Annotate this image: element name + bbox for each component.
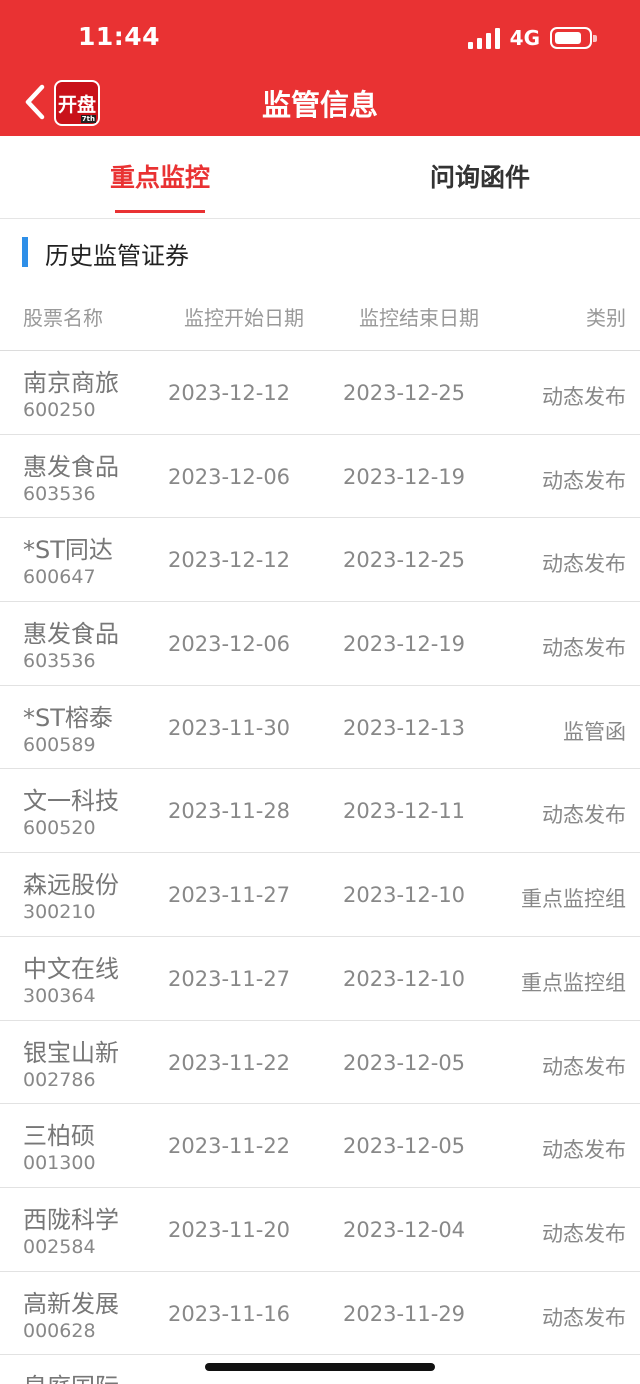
section-header: 历史监管证券 — [0, 219, 640, 284]
stock-name: *ST榕泰 — [23, 703, 113, 732]
category: 监管函 — [563, 719, 626, 744]
tab-inquiry-letters[interactable]: 问询函件 — [320, 136, 640, 218]
start-date: 2023-12-12 — [168, 548, 291, 573]
end-date: 2023-12-19 — [343, 632, 466, 657]
status-time: 11:44 — [78, 22, 161, 51]
table-row[interactable]: 惠发食品 603536 2023-12-06 2023-12-19 动态发布 — [0, 435, 640, 519]
start-date: 2023-11-20 — [168, 1217, 291, 1242]
status-icons: 4G — [467, 26, 597, 50]
category: 动态发布 — [542, 468, 626, 493]
start-date: 2023-11-22 — [168, 1050, 291, 1075]
section-accent-bar — [22, 237, 28, 267]
table-row[interactable]: 中文在线 300364 2023-11-27 2023-12-10 重点监控组 — [0, 937, 640, 1021]
stock-code: 600520 — [23, 817, 96, 840]
start-date: 2023-11-27 — [168, 883, 291, 908]
end-date: 2023-12-05 — [343, 1050, 466, 1075]
start-date: 2023-11-16 — [168, 1301, 291, 1326]
table-row[interactable]: *ST同达 600647 2023-12-12 2023-12-25 动态发布 — [0, 518, 640, 603]
end-date: 2023-12-25 — [343, 381, 466, 405]
start-date: 2023-11-22 — [168, 1134, 291, 1159]
stock-code: 603536 — [23, 650, 96, 673]
end-date: 2023-12-04 — [343, 1217, 466, 1242]
stock-code: 600647 — [23, 566, 96, 589]
stock-code: 002584 — [23, 1235, 96, 1258]
start-date: 2023-12-06 — [168, 632, 291, 657]
table-row[interactable]: 森远股份 300210 2023-11-27 2023-12-10 重点监控组 — [0, 853, 640, 937]
category: 动态发布 — [542, 385, 626, 409]
stock-name: 银宝山新 — [23, 1038, 119, 1067]
category: 动态发布 — [542, 1054, 626, 1079]
stock-code: 002786 — [23, 1068, 96, 1091]
table-body: 南京商旅 600250 2023-12-12 2023-12-25 动态发布 惠… — [0, 351, 640, 1384]
category: 动态发布 — [542, 1305, 626, 1330]
category: 重点监控组 — [521, 887, 626, 912]
stock-name: 高新发展 — [23, 1289, 119, 1318]
category: 重点监控组 — [521, 970, 626, 995]
tab-bar: 重点监控 问询函件 — [0, 136, 640, 219]
home-indicator[interactable] — [205, 1363, 435, 1371]
column-header-type: 类别 — [586, 306, 626, 330]
start-date: 2023-11-28 — [168, 799, 291, 824]
stock-code: 600589 — [23, 733, 96, 756]
stock-name: 三柏硕 — [23, 1122, 95, 1151]
column-header-end-date: 监控结束日期 — [359, 306, 479, 330]
app-header: 11:44 4G 开盘 7th 监管信息 — [0, 0, 640, 136]
column-header-start-date: 监控开始日期 — [184, 306, 304, 330]
stock-code: 300364 — [23, 984, 96, 1007]
end-date: 2023-12-25 — [343, 548, 466, 573]
table-row[interactable]: 高新发展 000628 2023-11-16 2023-11-29 动态发布 — [0, 1272, 640, 1356]
category: 动态发布 — [542, 636, 626, 661]
stock-name: 西陇科学 — [23, 1205, 119, 1234]
start-date: 2023-11-30 — [168, 715, 291, 740]
start-date: 2023-11-27 — [168, 966, 291, 991]
table-header: 股票名称 监控开始日期 监控结束日期 类别 — [0, 284, 640, 351]
end-date: 2023-12-11 — [343, 799, 466, 824]
start-date: 2023-12-06 — [168, 464, 291, 489]
signal-icon — [467, 27, 500, 49]
table-row[interactable]: 南京商旅 600250 2023-12-12 2023-12-25 动态发布 — [0, 351, 640, 435]
stock-code: 600250 — [23, 399, 96, 421]
end-date: 2023-12-10 — [343, 966, 466, 991]
stock-name: 森远股份 — [23, 871, 119, 900]
end-date: 2023-11-29 — [343, 1301, 466, 1326]
table-row[interactable]: 文一科技 600520 2023-11-28 2023-12-11 动态发布 — [0, 769, 640, 854]
end-date: 2023-12-05 — [343, 1134, 466, 1159]
stock-code: 000628 — [23, 1319, 96, 1342]
table-row[interactable]: 西陇科学 002584 2023-11-20 2023-12-04 动态发布 — [0, 1188, 640, 1272]
column-header-name: 股票名称 — [23, 306, 103, 330]
stock-name: *ST同达 — [23, 536, 113, 565]
end-date: 2023-12-10 — [343, 883, 466, 908]
table-row[interactable]: 惠发食品 603536 2023-12-06 2023-12-19 动态发布 — [0, 602, 640, 686]
end-date: 2023-12-19 — [343, 464, 466, 489]
start-date: 2023-12-12 — [168, 381, 291, 405]
stock-name: 惠发食品 — [23, 452, 119, 481]
stock-code: 300210 — [23, 901, 96, 924]
page-title: 监管信息 — [261, 88, 378, 122]
stock-name: 中文在线 — [23, 954, 119, 983]
table-row[interactable]: 三柏硕 001300 2023-11-22 2023-12-05 动态发布 — [0, 1104, 640, 1188]
network-label: 4G — [509, 26, 540, 50]
stock-code: 603536 — [23, 482, 96, 505]
stock-code: 001300 — [23, 1152, 96, 1175]
category: 动态发布 — [542, 1138, 626, 1163]
section-title: 历史监管证券 — [45, 242, 189, 270]
screen: 11:44 4G 开盘 7th 监管信息 重点监控 问询函件 历史监管证券 股票… — [0, 0, 640, 1384]
category: 动态发布 — [542, 803, 626, 828]
stock-name: 文一科技 — [23, 787, 119, 816]
stock-name: 惠发食品 — [23, 620, 119, 649]
end-date: 2023-12-13 — [343, 715, 466, 740]
table-row[interactable]: 银宝山新 002786 2023-11-22 2023-12-05 动态发布 — [0, 1021, 640, 1105]
battery-icon — [550, 27, 597, 49]
tab-key-monitoring[interactable]: 重点监控 — [0, 136, 320, 218]
stock-name: 皇庭国际 — [23, 1367, 119, 1384]
table-row[interactable]: *ST榕泰 600589 2023-11-30 2023-12-13 监管函 — [0, 686, 640, 770]
category: 动态发布 — [542, 552, 626, 577]
category: 动态发布 — [542, 1221, 626, 1246]
stock-name: 南京商旅 — [23, 369, 119, 397]
